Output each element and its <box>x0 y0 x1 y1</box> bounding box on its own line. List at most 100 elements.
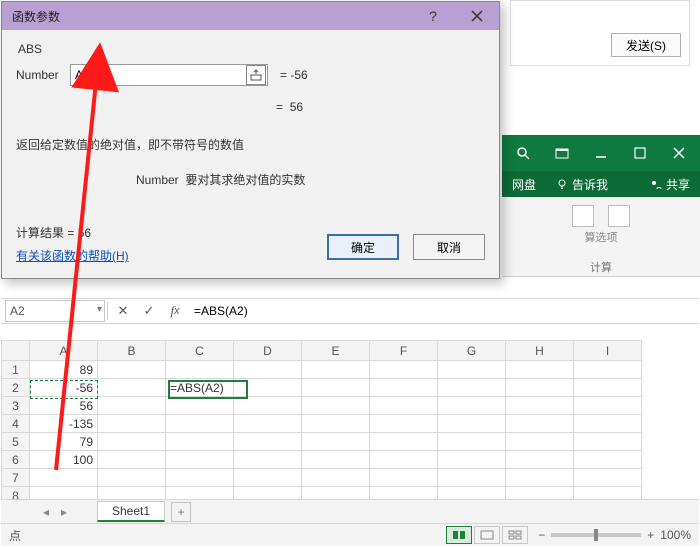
cell[interactable] <box>370 451 438 469</box>
cell[interactable] <box>166 487 234 500</box>
cell[interactable] <box>438 379 506 397</box>
col-header[interactable]: A <box>30 341 98 361</box>
cell[interactable]: 100 <box>30 451 98 469</box>
cell[interactable] <box>302 451 370 469</box>
window-icon[interactable] <box>545 139 580 167</box>
cell[interactable] <box>302 487 370 500</box>
cell[interactable] <box>302 379 370 397</box>
send-button[interactable]: 发送(S) <box>611 33 681 57</box>
cell[interactable] <box>234 451 302 469</box>
share-button[interactable]: 共享 <box>640 176 700 193</box>
cell[interactable] <box>166 415 234 433</box>
view-page-break-button[interactable] <box>502 526 528 544</box>
zoom-percent[interactable]: 100% <box>660 528 691 542</box>
cell[interactable] <box>574 433 642 451</box>
maximize-button[interactable] <box>622 139 657 167</box>
cell[interactable] <box>166 361 234 379</box>
help-button[interactable]: ? <box>411 2 455 30</box>
cell[interactable] <box>98 415 166 433</box>
cancel-formula-button[interactable]: ✕ <box>110 300 136 322</box>
cell[interactable] <box>234 361 302 379</box>
row-header[interactable]: 1 <box>2 361 30 379</box>
cell[interactable] <box>302 361 370 379</box>
cell[interactable] <box>234 433 302 451</box>
cell[interactable] <box>506 469 574 487</box>
cell[interactable] <box>234 379 302 397</box>
cell[interactable] <box>438 487 506 500</box>
cell[interactable] <box>302 433 370 451</box>
cell[interactable] <box>438 415 506 433</box>
cell[interactable]: -135 <box>30 415 98 433</box>
cell[interactable] <box>506 415 574 433</box>
ok-button[interactable]: 确定 <box>327 234 399 260</box>
zoom-out-button[interactable]: − <box>538 528 545 542</box>
row-header[interactable]: 7 <box>2 469 30 487</box>
search-icon[interactable] <box>506 139 541 167</box>
tab-netdisk[interactable]: 网盘 <box>502 176 546 193</box>
cell[interactable] <box>234 415 302 433</box>
row-header[interactable]: 2 <box>2 379 30 397</box>
cell[interactable] <box>438 451 506 469</box>
close-window-button[interactable] <box>661 139 696 167</box>
cancel-button[interactable]: 取消 <box>413 234 485 260</box>
cell[interactable] <box>574 361 642 379</box>
cell[interactable] <box>234 487 302 500</box>
cell[interactable] <box>98 469 166 487</box>
ribbon-icon-1[interactable] <box>572 205 594 227</box>
add-sheet-button[interactable]: + <box>171 502 191 522</box>
cell[interactable] <box>506 433 574 451</box>
cell[interactable] <box>30 469 98 487</box>
row-header[interactable]: 5 <box>2 433 30 451</box>
cell[interactable] <box>234 397 302 415</box>
cell[interactable] <box>574 451 642 469</box>
range-selector-button[interactable] <box>246 65 266 85</box>
cell[interactable] <box>370 361 438 379</box>
function-help-link[interactable]: 有关该函数的帮助(H) <box>16 247 129 264</box>
zoom-slider[interactable] <box>551 533 641 537</box>
cell[interactable] <box>574 487 642 500</box>
arg-input[interactable] <box>70 64 268 86</box>
view-normal-button[interactable] <box>446 526 472 544</box>
cell[interactable] <box>302 415 370 433</box>
minimize-button[interactable] <box>584 139 619 167</box>
tellme-search[interactable]: 告诉我 <box>546 176 618 193</box>
row-header[interactable]: 3 <box>2 397 30 415</box>
cell[interactable] <box>166 397 234 415</box>
cell[interactable] <box>506 451 574 469</box>
cell[interactable] <box>98 451 166 469</box>
cell[interactable] <box>166 433 234 451</box>
cell[interactable] <box>166 469 234 487</box>
cell[interactable] <box>302 469 370 487</box>
cell[interactable] <box>30 487 98 500</box>
active-cell-edit[interactable]: =ABS(A2) <box>166 379 234 397</box>
view-page-layout-button[interactable] <box>474 526 500 544</box>
cell[interactable] <box>574 469 642 487</box>
col-header[interactable]: H <box>506 341 574 361</box>
col-header[interactable]: G <box>438 341 506 361</box>
cell[interactable] <box>506 487 574 500</box>
cell[interactable] <box>574 379 642 397</box>
formula-input[interactable] <box>188 300 699 322</box>
col-header[interactable]: C <box>166 341 234 361</box>
cell[interactable] <box>506 361 574 379</box>
row-header[interactable]: 8 <box>2 487 30 500</box>
row-header[interactable]: 4 <box>2 415 30 433</box>
ribbon-icon-2[interactable] <box>608 205 630 227</box>
col-header[interactable]: I <box>574 341 642 361</box>
cell[interactable] <box>98 397 166 415</box>
select-all-corner[interactable] <box>2 341 30 361</box>
cell[interactable] <box>370 469 438 487</box>
col-header[interactable]: E <box>302 341 370 361</box>
cell[interactable] <box>370 379 438 397</box>
cell[interactable] <box>370 433 438 451</box>
cell[interactable] <box>438 361 506 379</box>
col-header[interactable]: D <box>234 341 302 361</box>
cell[interactable] <box>506 379 574 397</box>
cell[interactable] <box>302 397 370 415</box>
col-header[interactable]: F <box>370 341 438 361</box>
cell[interactable] <box>438 433 506 451</box>
tab-nav-next[interactable]: ▸ <box>55 505 73 519</box>
cell[interactable] <box>98 379 166 397</box>
cell[interactable]: 79 <box>30 433 98 451</box>
cell[interactable] <box>574 415 642 433</box>
